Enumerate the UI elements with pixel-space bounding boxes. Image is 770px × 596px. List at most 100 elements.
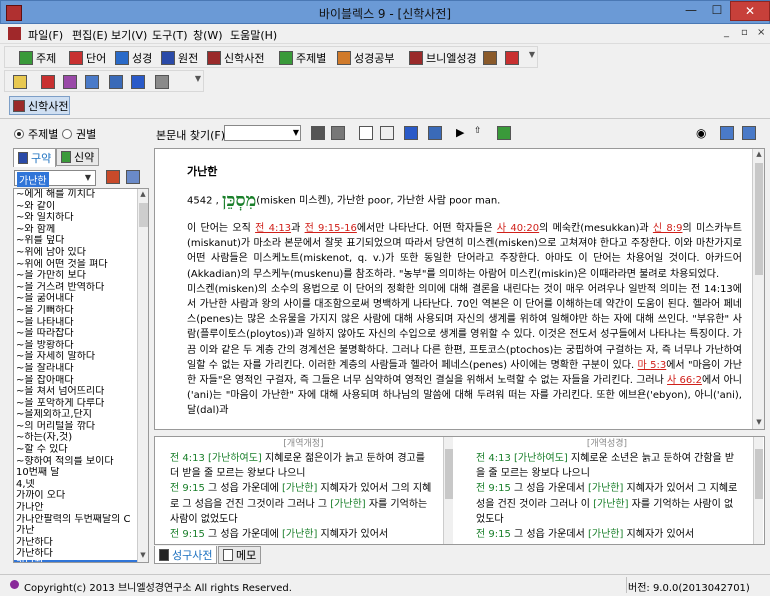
toolbar-bible-button[interactable]: 성경: [115, 50, 152, 66]
list-item[interactable]: 10번째 달: [14, 467, 138, 479]
verse-link[interactable]: 사 66:2: [667, 375, 702, 386]
list-item[interactable]: ~하는(자,것): [14, 432, 138, 444]
note-button[interactable]: [63, 74, 80, 90]
verse-entry[interactable]: 전 4:13 [가난하여도] 지혜로운 소년은 늙고 둔하여 간함을 받을 줄 …: [476, 451, 738, 481]
list-item[interactable]: 가난하다: [14, 548, 138, 560]
menu-tools[interactable]: 도구(T): [152, 27, 188, 43]
menu-file[interactable]: 파일(F): [28, 27, 63, 43]
menu-edit[interactable]: 편집(E): [72, 27, 108, 43]
books-icon[interactable]: [404, 126, 418, 140]
verse-link[interactable]: 전 9:15-16: [305, 223, 357, 234]
close-button[interactable]: ✕: [730, 1, 770, 21]
list-item[interactable]: 가나안팔력의 두번째달의 C: [14, 514, 138, 526]
speed-icon[interactable]: ⇧: [474, 126, 488, 140]
print-preview-icon[interactable]: [428, 126, 442, 140]
scroll-up-icon[interactable]: ▲: [138, 189, 148, 200]
toolbar-peniel-bible-button[interactable]: 브니엘성경: [409, 50, 477, 66]
list-item[interactable]: ~와 일치하다: [14, 212, 138, 224]
minimize-button[interactable]: —: [678, 1, 704, 21]
article-scrollbar[interactable]: ▲ ▼: [752, 149, 764, 429]
menu-view[interactable]: 보기(V): [111, 27, 147, 43]
list-icon[interactable]: [126, 170, 140, 184]
verse-link[interactable]: 사 40:20: [497, 223, 539, 234]
word-search-combo[interactable]: 가난한 ▼: [14, 170, 96, 187]
toolbar-word-button[interactable]: 단어: [69, 50, 106, 66]
word-list-scrollbar[interactable]: ▲ ▼: [137, 189, 148, 562]
layout-icon[interactable]: [720, 126, 734, 140]
list-item[interactable]: ~을 가만히 보다: [14, 270, 138, 282]
list-item[interactable]: ~을 기뻐하다: [14, 305, 138, 317]
left-pane-scrollbar[interactable]: [443, 437, 453, 544]
copy-button[interactable]: [85, 74, 102, 90]
list-item[interactable]: ~을 잘라내다: [14, 363, 138, 375]
list-item[interactable]: 가까이 오다: [14, 490, 138, 502]
verse-entry[interactable]: 전 9:15 그 성읍 가운데서 [가난한] 지혜자가 있어서 그 지혜로 성을…: [476, 481, 738, 527]
radio-by-topic[interactable]: 주제별: [14, 126, 58, 142]
tab-memo[interactable]: 메모: [218, 546, 262, 564]
radio-by-book[interactable]: 권별: [62, 126, 96, 142]
toolbar-bible-study-button[interactable]: 성경공부: [337, 50, 394, 66]
verse-entry[interactable]: 전 9:15 그 성읍 가운데서 [가난한] 지혜자가 있어서: [476, 527, 738, 542]
list-item[interactable]: ~을제외하고,단지: [14, 409, 138, 421]
verse-entry[interactable]: 전 9:15 그 성읍 가운데에 [가난한] 지혜자가 있어서: [170, 527, 437, 542]
verse-entry[interactable]: 전 4:13 [가난하여도] 지혜로운 젊은이가 늙고 둔하여 경고를 더 받을…: [170, 451, 437, 481]
menu-help[interactable]: 도움말(H): [230, 27, 277, 43]
settings-button[interactable]: [155, 74, 172, 90]
scroll-thumb[interactable]: [755, 449, 763, 499]
page-icon[interactable]: [359, 126, 373, 140]
play-icon[interactable]: ▶: [456, 126, 470, 140]
list-item[interactable]: ~을 방황하다: [14, 340, 138, 352]
tab-old-testament[interactable]: 구약: [13, 148, 57, 167]
scroll-thumb[interactable]: [139, 203, 148, 227]
list-item[interactable]: ~에게 해를 끼치다: [14, 189, 138, 201]
verse-link[interactable]: 마 5:3: [638, 360, 667, 371]
toolbar-topic-button[interactable]: 주제: [19, 50, 56, 66]
mdi-minimize-button[interactable]: _: [724, 27, 729, 38]
list-item[interactable]: 가난하다: [14, 537, 138, 549]
toolbar-overflow-icon[interactable]: ▼: [529, 50, 535, 59]
mdi-close-button[interactable]: ×: [757, 27, 765, 38]
toolbar-original-button[interactable]: 원전: [161, 50, 198, 66]
refresh-icon[interactable]: [497, 126, 511, 140]
list-item[interactable]: ~을 자세히 말하다: [14, 351, 138, 363]
word-export-button[interactable]: [131, 74, 148, 90]
scroll-down-icon[interactable]: ▼: [138, 550, 148, 561]
list-item[interactable]: ~위를 덮다: [14, 235, 138, 247]
search-icon[interactable]: [106, 170, 120, 184]
list-item[interactable]: 4,넷: [14, 479, 138, 491]
chevron-down-icon[interactable]: ▼: [293, 126, 299, 140]
list-item[interactable]: ~을 나타내다: [14, 317, 138, 329]
verse-entry[interactable]: 전 9:15 그 성읍 가운데에 [가난한] 지혜자가 있어서 그의 지혜로 그…: [170, 481, 437, 527]
word-list[interactable]: ~에게 해를 끼치다 ~와 같이 ~와 일치하다 ~와 함께 ~위를 덮다 ~위에 남아 …: [13, 188, 149, 563]
list-item[interactable]: 가난한: [14, 560, 138, 562]
list-item[interactable]: ~와 함께: [14, 224, 138, 236]
bookmark-button[interactable]: [41, 74, 58, 90]
tab-theology-dictionary[interactable]: 신학사전: [9, 96, 70, 115]
list-item[interactable]: ~향하여 적의를 보이다: [14, 456, 138, 468]
toolbar-theology-dict-button[interactable]: 신학사전: [207, 50, 264, 66]
list-item[interactable]: ~을 거스려 반역하다: [14, 282, 138, 294]
list-item[interactable]: ~위에 남아 있다: [14, 247, 138, 259]
list-item[interactable]: ~의 머리털을 깎다: [14, 421, 138, 433]
list-item[interactable]: ~을 쳐서 넘어뜨리다: [14, 386, 138, 398]
list-item[interactable]: ~할 수 있다: [14, 444, 138, 456]
split-view-icon[interactable]: [742, 126, 756, 140]
list-item[interactable]: ~을 따라잡다: [14, 328, 138, 340]
eye-icon[interactable]: ◉: [696, 126, 710, 140]
scroll-thumb[interactable]: [445, 449, 453, 499]
list-item[interactable]: 가난: [14, 525, 138, 537]
maximize-button[interactable]: ☐: [704, 1, 730, 21]
tab-new-testament[interactable]: 신약: [56, 148, 100, 166]
copy-page-icon[interactable]: [380, 126, 394, 140]
list-item[interactable]: ~위에 어떤 것을 펴다: [14, 259, 138, 271]
chevron-down-icon[interactable]: ▼: [82, 171, 94, 185]
toolbar-topical-button[interactable]: 주제별: [279, 50, 326, 66]
list-item[interactable]: ~을 포악하게 다루다: [14, 398, 138, 410]
tab-concordance[interactable]: 성구사전: [154, 546, 218, 564]
verse-link[interactable]: 전 4:13: [255, 223, 291, 234]
verse-link[interactable]: 신 8:9: [653, 223, 683, 234]
right-pane-scrollbar[interactable]: [753, 437, 763, 544]
scroll-down-icon[interactable]: ▼: [754, 417, 764, 428]
list-item[interactable]: 가나안: [14, 502, 138, 514]
find-next-icon[interactable]: [331, 126, 345, 140]
